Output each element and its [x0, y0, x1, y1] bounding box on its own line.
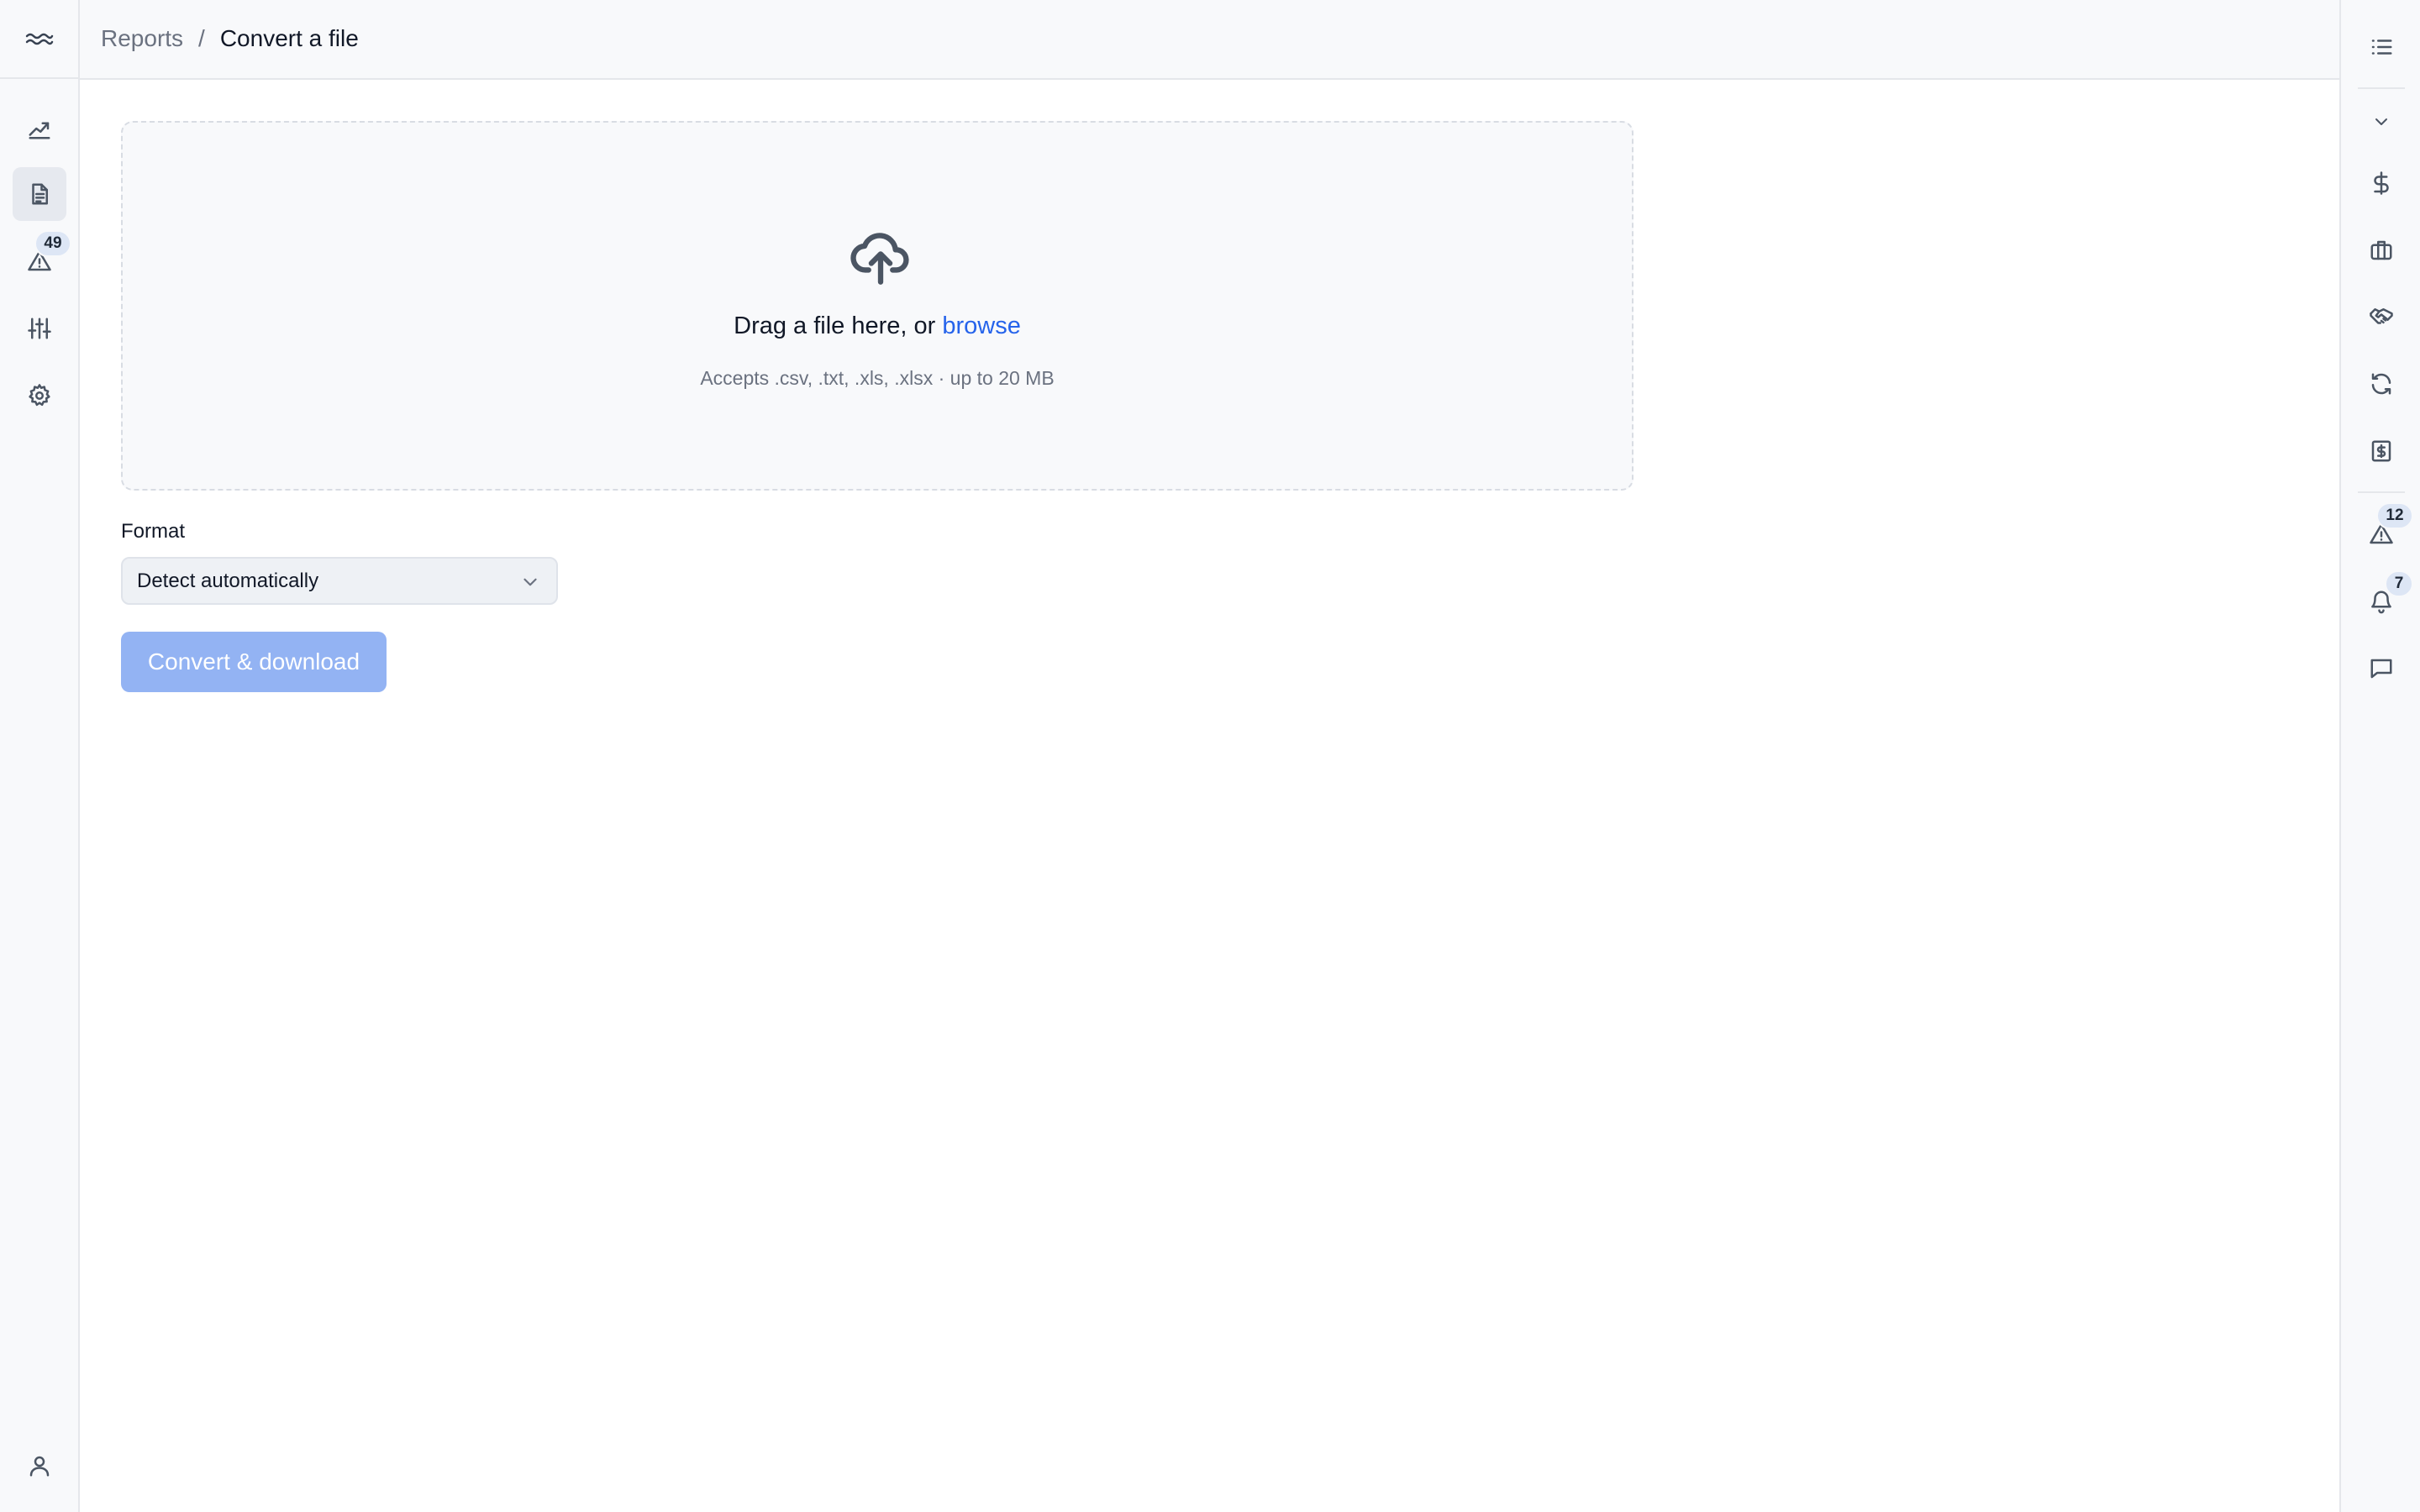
user-icon [29, 1456, 50, 1477]
convert-download-button[interactable]: Convert & download [121, 632, 387, 692]
rail-item-billing[interactable] [2354, 156, 2408, 210]
refresh-icon [2371, 373, 2391, 395]
dropzone-hint: Accepts .csv, .txt, .xls, .xlsx · up to … [700, 367, 1055, 389]
breadcrumb: Reports / Convert a file [101, 25, 359, 52]
breadcrumb-reports-link[interactable]: Reports [101, 25, 183, 52]
document-icon [32, 183, 48, 205]
sidebar-item-account[interactable] [13, 1439, 66, 1493]
briefcase-icon [2370, 240, 2392, 260]
dropzone-prompt: Drag a file here, or browse [123, 312, 1632, 340]
warnings-count-badge: 12 [2376, 502, 2413, 529]
rail-item-deals[interactable] [2354, 290, 2408, 344]
rail-item-messages[interactable] [2354, 642, 2408, 696]
top-bar: Reports / Convert a file [80, 0, 2339, 80]
sidebar-item-analytics[interactable] [13, 102, 66, 155]
left-sidebar: 49 [0, 0, 80, 1512]
sidebar-item-reports[interactable] [13, 167, 66, 221]
dropzone-prompt-text: Drag a file here, or [734, 312, 936, 339]
notifications-count-badge: 7 [2385, 570, 2413, 597]
logo-waves-icon [25, 33, 53, 45]
file-dropzone[interactable]: Drag a file here, or browse Accepts .csv… [121, 121, 1634, 491]
app: 49 Reports / Convert a file 12 7 Drag a … [0, 0, 2420, 1512]
sidebar-item-filters[interactable] [13, 302, 66, 355]
chat-icon [2370, 659, 2392, 679]
alerts-count-badge: 49 [34, 230, 71, 257]
chevron-down-icon [519, 571, 541, 593]
chevron-down-icon [2375, 118, 2387, 125]
dollar-icon [2374, 171, 2389, 195]
collapse-button[interactable] [2354, 95, 2408, 149]
right-rail-divider [2358, 87, 2405, 89]
list-toggle-button[interactable] [2354, 20, 2408, 74]
cloud-upload-icon [849, 223, 913, 287]
logo[interactable] [0, 0, 78, 79]
trending-line-icon [29, 122, 50, 139]
sidebar-item-settings[interactable] [13, 369, 66, 423]
rail-item-invoices[interactable] [2354, 424, 2408, 478]
list-icon [2371, 39, 2392, 55]
gear-icon [29, 384, 50, 407]
handshake-icon [2370, 308, 2393, 324]
sliders-icon [28, 318, 51, 339]
format-select-value: Detect automatically [137, 569, 319, 592]
breadcrumb-separator: / [198, 24, 205, 51]
right-sidebar: 12 7 [2339, 0, 2420, 1512]
rail-item-sync[interactable] [2354, 357, 2408, 411]
invoice-icon [2371, 440, 2391, 462]
rail-item-portfolio[interactable] [2354, 223, 2408, 277]
browse-link[interactable]: browse [942, 312, 1021, 339]
page-title: Convert a file [219, 24, 359, 51]
right-rail-divider [2358, 491, 2405, 493]
format-label: Format [121, 520, 186, 543]
format-select[interactable]: Detect automatically [121, 557, 558, 605]
